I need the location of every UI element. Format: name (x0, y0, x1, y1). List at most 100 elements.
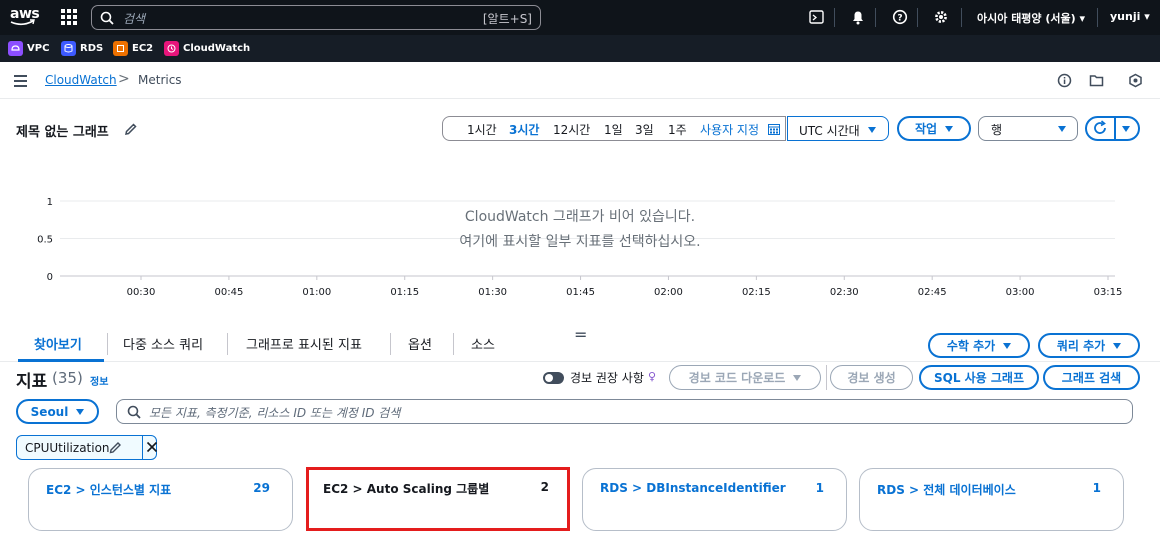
x-tick-label: 02:00 (654, 287, 683, 298)
breadcrumb-bar: CloudWatch > Metrics (0, 62, 1160, 99)
time-range-3h[interactable]: 3시간 (509, 121, 539, 138)
menu-icon[interactable] (14, 75, 27, 87)
region-filter-dropdown[interactable]: Seoul (16, 399, 99, 424)
ec2-icon (113, 41, 128, 56)
cloudshell-icon[interactable] (809, 9, 825, 25)
time-range-custom[interactable]: 사용자 지정 (700, 121, 759, 138)
sql-graph-label: SQL 사용 그래프 (933, 371, 1025, 385)
global-search-input[interactable]: 검색 [알트+S] (91, 5, 541, 30)
graph-search-button[interactable]: 그래프 검색 (1043, 365, 1140, 390)
x-tick-label: 01:30 (478, 287, 507, 298)
graph-search-label: 그래프 검색 (1061, 371, 1122, 385)
lightbulb-icon: ♀ (648, 370, 657, 383)
region-filter-label: Seoul (30, 404, 69, 419)
caret-down-icon (1113, 342, 1122, 349)
view-select[interactable]: 행 (978, 116, 1078, 141)
nav-separator (917, 8, 918, 27)
create-alarm-label: 경보 생성 (847, 371, 896, 385)
actions-button[interactable]: 작업 (897, 116, 971, 141)
breadcrumb-current: Metrics (138, 73, 182, 87)
remove-token-icon[interactable] (146, 441, 158, 453)
favorite-cloudwatch[interactable]: CloudWatch (164, 41, 250, 56)
chart-empty-line-1: CloudWatch 그래프가 비어 있습니다. (464, 209, 696, 225)
time-range-12h[interactable]: 12시간 (553, 121, 590, 138)
add-math-label: 수학 추가 (946, 339, 996, 353)
tab-divider (390, 333, 391, 355)
breadcrumb-separator: > (118, 71, 130, 87)
x-tick-label: 02:30 (830, 287, 859, 298)
settings-icon[interactable] (933, 9, 949, 25)
info-icon[interactable] (1057, 73, 1072, 88)
add-query-button[interactable]: 쿼리 추가 (1038, 333, 1140, 358)
nav-separator (834, 8, 835, 27)
aws-logo[interactable]: aws (9, 6, 40, 27)
sql-graph-button[interactable]: SQL 사용 그래프 (919, 365, 1039, 390)
favorite-ec2[interactable]: EC2 (113, 41, 153, 56)
nav-separator (875, 8, 876, 27)
tabs-baseline (0, 361, 1160, 362)
region-selector[interactable]: 아시아 태평양 (서울) ▾ (977, 10, 1085, 26)
time-range-3d[interactable]: 3일 (635, 121, 654, 138)
calendar-icon[interactable] (768, 123, 780, 135)
svg-text:?: ? (897, 14, 902, 24)
notifications-settings-icon[interactable] (1128, 73, 1143, 88)
timezone-dropdown[interactable]: UTC 시간대 (787, 116, 889, 141)
download-alarm-code-button[interactable]: 경보 코드 다운로드 (669, 365, 821, 390)
time-range-1h[interactable]: 1시간 (467, 121, 497, 138)
caret-down-icon (1003, 342, 1012, 349)
namespace-card-rds-all-databases[interactable]: RDS > 전체 데이터베이스 1 (859, 468, 1124, 531)
favorite-rds[interactable]: RDS (61, 41, 103, 56)
x-tick-label: 00:30 (127, 287, 156, 298)
bell-icon[interactable] (850, 9, 866, 25)
vpc-icon (8, 41, 23, 56)
tab-source[interactable]: 소스 (471, 334, 495, 353)
tab-multi-source-query[interactable]: 다중 소스 쿼리 (123, 334, 203, 353)
favorite-vpc[interactable]: VPC (8, 41, 49, 56)
favorite-label: CloudWatch (183, 43, 251, 54)
refresh-interval-caret-icon[interactable] (1122, 126, 1130, 132)
card-count: 29 (253, 481, 270, 495)
card-label: EC2 > 인스턴스별 지표 (46, 483, 172, 497)
edit-title-icon[interactable] (124, 122, 138, 136)
actions-label: 작업 (914, 122, 938, 136)
create-alarm-button[interactable]: 경보 생성 (830, 365, 913, 390)
x-tick-label: 02:45 (918, 287, 947, 298)
favorites-bar: VPC RDS EC2 CloudWatch (0, 35, 1160, 62)
add-query-label: 쿼리 추가 (1056, 339, 1106, 353)
favorite-label: VPC (27, 43, 50, 54)
view-select-value: 행 (991, 123, 1003, 137)
tab-browse[interactable]: 찾아보기 (34, 334, 82, 353)
alarm-recommendations-toggle[interactable] (543, 372, 564, 384)
help-icon[interactable]: ? (892, 9, 908, 25)
caret-down-icon (945, 125, 954, 132)
x-tick-label: 01:45 (566, 287, 595, 298)
caret-down-icon (793, 374, 802, 381)
search-shortcut: [알트+S] (482, 12, 532, 26)
edit-token-icon[interactable] (109, 441, 122, 454)
x-tick-label: 03:00 (1006, 287, 1035, 298)
metrics-search-input[interactable]: 모든 지표, 측정기준, 리소스 ID 또는 계정 ID 검색 (116, 399, 1133, 424)
services-grid-icon[interactable] (61, 9, 77, 25)
tab-graphed-metrics[interactable]: 그래프로 표시된 지표 (246, 334, 362, 353)
time-range-1w[interactable]: 1주 (668, 121, 687, 138)
metrics-count: (35) (52, 369, 83, 387)
nav-separator (1097, 8, 1098, 27)
search-placeholder: 검색 (123, 12, 146, 26)
cloudwatch-icon (164, 41, 179, 56)
time-range-1d[interactable]: 1일 (604, 121, 623, 138)
resize-handle-icon[interactable]: = (574, 325, 587, 344)
token-divider (142, 436, 143, 459)
favorite-label: EC2 (132, 43, 154, 54)
refresh-icon[interactable] (1092, 120, 1108, 136)
metrics-info-link[interactable]: 정보 (90, 373, 108, 388)
folder-icon[interactable] (1089, 73, 1104, 88)
breadcrumb-cloudwatch-link[interactable]: CloudWatch (45, 73, 117, 87)
namespace-card-rds-dbinstance[interactable]: RDS > DBInstanceIdentifier 1 (582, 468, 847, 531)
tab-options[interactable]: 옵션 (408, 334, 432, 353)
alarm-recommendations-label: 경보 권장 사항 (570, 371, 644, 385)
time-range-selector: 1시간 3시간 12시간 1일 3일 1주 사용자 지정 (442, 116, 786, 141)
namespace-card-ec2-per-instance[interactable]: EC2 > 인스턴스별 지표 29 (28, 468, 293, 531)
add-math-button[interactable]: 수학 추가 (928, 333, 1030, 358)
refresh-divider (1114, 118, 1116, 139)
account-menu[interactable]: yunji ▾ (1110, 10, 1150, 23)
